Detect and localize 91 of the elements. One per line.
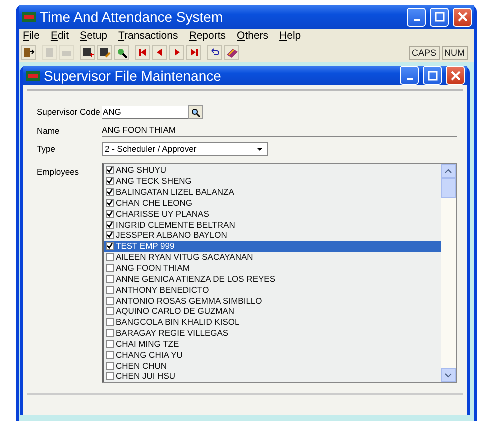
menu-item[interactable]: Edit [50,30,70,42]
maximize-button[interactable] [430,8,449,26]
menu-item[interactable]: Transactions [118,30,178,42]
type-dropdown[interactable]: 2 - Scheduler / Approver [102,142,268,156]
scroll-thumb[interactable] [441,178,456,198]
employee-item[interactable]: CHAI MING TZE [104,338,441,350]
save-add-icon [81,46,94,59]
menu-item[interactable]: Others [237,30,269,42]
save-edit-icon [98,46,111,59]
exit-door-icon [22,46,35,59]
checkbox[interactable] [106,318,114,326]
checkbox[interactable] [106,188,114,196]
book-icon [225,46,238,59]
first-record-icon [136,46,149,59]
maximize-button[interactable] [423,66,442,85]
checkbox[interactable] [106,350,114,359]
menu-item[interactable]: Setup [80,30,108,42]
employee-item[interactable]: INGRID CLEMENTE BELTRAN [104,219,441,230]
minimize-button[interactable] [407,8,426,26]
employee-item[interactable]: TEST EMP 999 [104,240,441,252]
employee-item[interactable]: CHEN CHUN [104,360,441,372]
menu-item[interactable]: Reports [189,30,226,42]
checkbox[interactable] [106,307,114,316]
checkbox[interactable] [106,286,114,294]
key-indicator: CAPS [408,46,440,60]
chevron-down-icon [445,372,452,378]
maximize-icon [428,70,438,80]
checkbox[interactable] [106,198,114,207]
app-logo-icon [26,70,40,80]
field-label: Name [37,125,61,136]
employee-item[interactable]: CHAN CHE LEONG [104,198,441,208]
window-title: Supervisor File Maintenance [44,68,222,84]
checkbox[interactable] [106,242,114,250]
field-label: Type [37,143,56,154]
checkbox[interactable] [106,166,114,174]
minimize-icon [406,78,412,80]
employee-item[interactable]: ANG SHUYU [104,165,441,176]
scroll-down-button[interactable] [441,368,456,382]
employee-item[interactable]: BARAGAY REGIE VILLEGAS [104,328,441,338]
checkbox[interactable] [106,372,114,380]
app-logo-icon [22,12,36,22]
employee-item[interactable]: ANG FOON THIAM [104,262,441,274]
employee-item[interactable]: CHEN JUI HSU [104,371,441,382]
close-button[interactable] [446,66,465,85]
field-label: Supervisor Code [37,106,102,117]
window-title: Time And Attendance System [40,9,224,25]
toolbar-button[interactable] [80,45,95,60]
checkbox[interactable] [106,296,114,305]
toolbar-button[interactable] [114,45,129,60]
employee-item[interactable]: JESSPER ALBANO BAYLON [104,230,441,241]
checkbox[interactable] [106,362,114,370]
checkbox[interactable] [106,274,114,283]
toolbar-button[interactable] [207,45,222,60]
toolbar-button[interactable] [97,45,112,60]
close-button[interactable] [453,8,472,26]
checkbox[interactable] [106,329,114,338]
checkbox[interactable] [106,264,114,272]
employee-item[interactable]: ANNE GENICA ATIENZA DE LOS REYES [104,273,441,284]
checkbox[interactable] [106,220,114,229]
scroll-up-button[interactable] [441,164,456,178]
minimize-icon [414,19,420,21]
employee-item[interactable]: ANTHONY BENEDICTO [104,284,441,296]
menu-item[interactable]: File [23,30,40,42]
new-page-icon [43,46,56,59]
checkbox[interactable] [106,340,114,348]
search-icon [191,108,200,116]
key-indicator: NUM [442,46,468,60]
employee-item[interactable]: ANTONIO ROSAS GEMMA SIMBILLO [104,295,441,306]
checkbox[interactable] [106,210,114,218]
employee-item[interactable]: BANGCOLA BIN KHALID KISOL [104,316,441,328]
close-icon [458,12,468,22]
chevron-up-icon [445,168,452,174]
checkbox[interactable] [106,231,114,240]
code-field[interactable]: ANG [102,106,188,118]
checkbox[interactable] [106,177,114,186]
menu-item[interactable]: Help [280,30,302,42]
maximize-icon [434,12,444,22]
employee-item[interactable]: AILEEN RYAN VITUG SACAYANAN [104,252,441,263]
find-icon [115,46,128,59]
minimize-button[interactable] [400,66,419,85]
checkbox[interactable] [106,253,114,262]
name-field[interactable]: ANG FOON THIAM [102,124,457,137]
employee-item[interactable]: ANG TECK SHENG [104,176,441,187]
employee-item[interactable]: BALINGATAN LIZEL BALANZA [104,186,441,198]
toolbar-button[interactable] [21,45,36,60]
search-button[interactable] [188,105,203,119]
employee-item[interactable]: CHANG CHIA YU [104,349,441,360]
close-icon [450,70,460,80]
employee-item[interactable]: AQUINO CARLO DE GUZMAN [104,306,441,317]
employee-item[interactable]: CHARISSE UY PLANAS [104,208,441,220]
field-label: Employees [37,166,80,177]
